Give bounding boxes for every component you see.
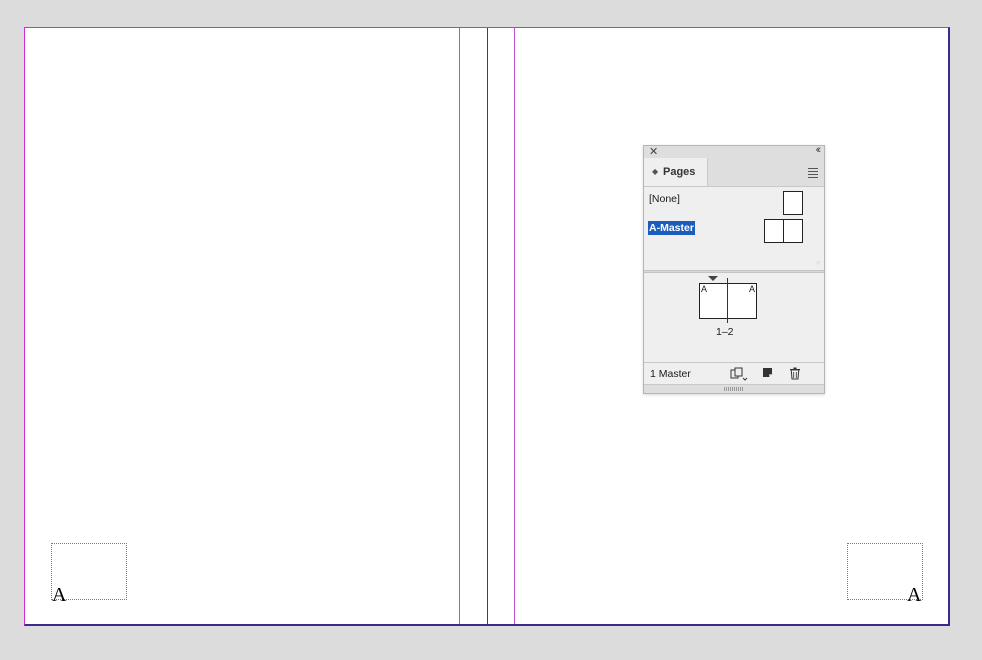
right-page-margin-guide xyxy=(514,28,515,624)
master-count-status: 1 Master xyxy=(650,368,691,380)
hamburger-menu-icon[interactable] xyxy=(808,168,818,180)
master-a-left-thumbnail[interactable] xyxy=(764,219,784,243)
right-page-prefix: A xyxy=(748,284,755,294)
master-a-right-thumbnail[interactable] xyxy=(783,219,803,243)
tab-pages[interactable]: ◆ Pages xyxy=(644,158,708,186)
double-chevron-left-icon[interactable]: ‹‹ xyxy=(816,144,822,156)
section-divider[interactable] xyxy=(644,270,824,273)
master-item-label: A-Master xyxy=(648,221,695,235)
left-page-prefix: A xyxy=(701,284,708,294)
edit-page-size-icon[interactable] xyxy=(730,367,748,381)
spread-spine xyxy=(727,278,728,323)
master-none-thumbnail[interactable] xyxy=(783,191,803,215)
right-page-number-marker: A xyxy=(907,584,922,606)
masters-scroll-indicator: ▿ xyxy=(816,260,820,267)
master-item-none[interactable]: [None] xyxy=(648,193,681,209)
grip-dots-icon xyxy=(724,387,744,391)
master-item-a-master[interactable]: A-Master xyxy=(648,221,695,238)
panel-tab-row: ◆ Pages xyxy=(644,158,824,187)
spine-line xyxy=(487,28,488,624)
close-icon[interactable]: ✕ xyxy=(649,145,658,158)
spread-marker-icon xyxy=(708,276,718,281)
panel-footer: 1 Master xyxy=(644,362,824,385)
panel-resize-grip[interactable] xyxy=(644,384,824,393)
masters-section: [None] A-Master ▿ xyxy=(644,187,824,271)
updown-arrows-icon: ◆ xyxy=(652,167,659,176)
spread-thumbnail[interactable]: A A xyxy=(699,278,757,323)
new-page-icon[interactable] xyxy=(762,367,776,381)
left-page-number-marker: A xyxy=(52,584,67,606)
left-page-margin-guide xyxy=(459,28,460,624)
tab-pages-label: Pages xyxy=(663,166,696,178)
spread-page-range: 1–2 xyxy=(716,326,734,338)
trash-icon[interactable] xyxy=(789,367,803,381)
master-item-label: [None] xyxy=(649,193,680,205)
pages-panel: ✕ ‹‹ ◆ Pages [None] A-Master ▿ A A 1–2 1… xyxy=(643,144,825,394)
document-pages-section: A A 1–2 xyxy=(644,274,824,362)
